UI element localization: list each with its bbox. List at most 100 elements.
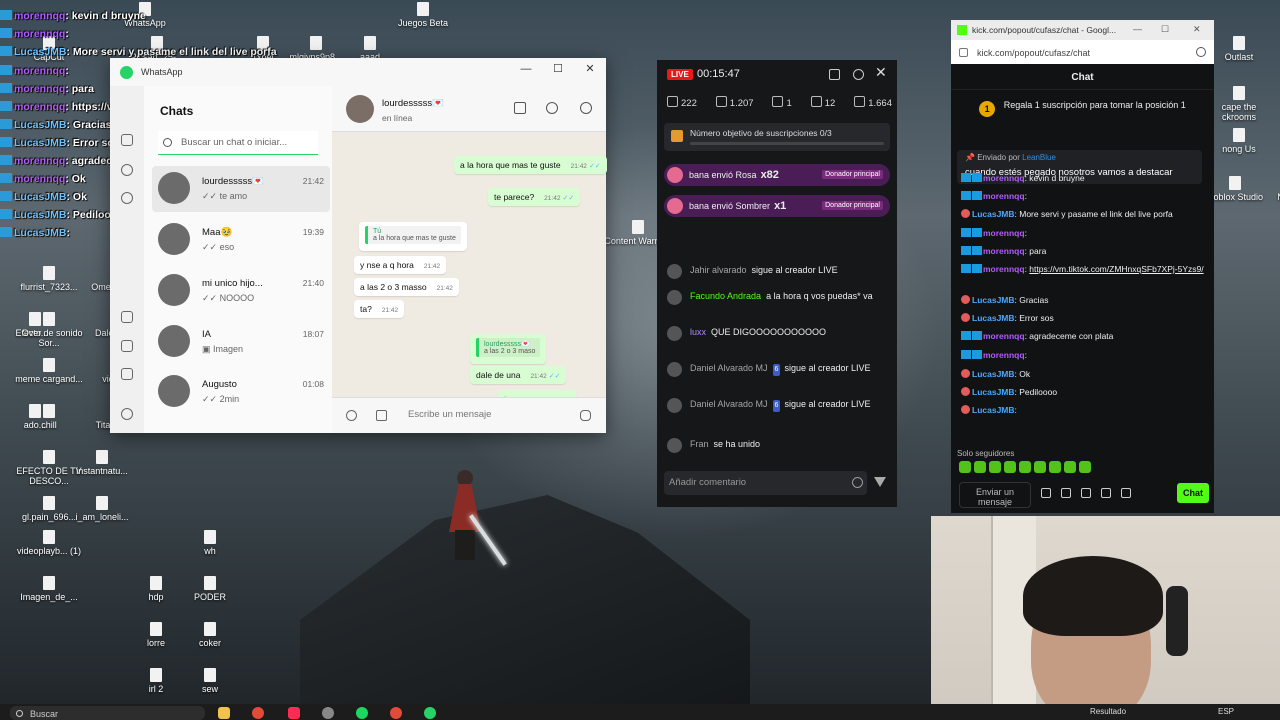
chat-line[interactable]: LucasJMB: (961, 405, 1206, 416)
desktop-icon[interactable]: ado... (0, 404, 70, 430)
mod-icon[interactable] (1041, 488, 1051, 498)
message-bubble[interactable]: Tú a la hora que mas te guste (359, 222, 467, 251)
chat-list-item[interactable]: mi unico hijo... ✓✓ NOOOO 21:40 (152, 268, 330, 314)
whatsapp-window[interactable]: WhatsApp — ☐ ✕ Chats Buscar un chat o in… (110, 58, 607, 433)
gift-notice[interactable]: bana envió Sombrer x1 Donador principal (664, 195, 890, 217)
chat-username[interactable]: LucasJMB (972, 405, 1015, 415)
message-bubble[interactable]: dale de una 21:42 ✓✓ (470, 366, 567, 384)
message-bubble[interactable]: ta? 21:42 (354, 300, 405, 318)
desktop-icon[interactable]: meme cargand... (14, 358, 84, 384)
message-bubble[interactable]: lourdesssss💌 a las 2 o 3 maso (470, 334, 547, 364)
status-icon[interactable] (121, 192, 133, 204)
desktop-icon[interactable]: sew (175, 668, 245, 694)
desktop-icon[interactable]: i_am_loneli... (67, 496, 137, 522)
desktop-icon[interactable]: Imagen_de_... (14, 576, 84, 602)
video-call-icon[interactable] (514, 102, 526, 114)
emoji-icon[interactable] (1061, 488, 1071, 498)
maximize-icon[interactable]: ☐ (1161, 24, 1169, 35)
chat-username[interactable]: Jahir alvarado (690, 265, 747, 275)
chrome-icon[interactable] (390, 707, 402, 719)
chat-list-item[interactable]: Maa🥹 ✓✓ eso 19:39 (152, 217, 330, 263)
live-chat-message[interactable]: Facundo Andrada a la hora q vos puedas* v… (667, 290, 887, 305)
app-icon[interactable] (288, 707, 300, 719)
emoji-icon[interactable] (852, 477, 863, 488)
chat-line[interactable]: morennqq: kevin d bruyne (961, 173, 1206, 184)
obs-icon[interactable] (322, 707, 334, 719)
chat-line[interactable]: morennqq: (961, 350, 1206, 361)
zoom-icon[interactable] (1196, 47, 1206, 57)
chat-list-item[interactable]: lourdesssss💌 ✓✓ te amo 21:42 (152, 166, 330, 212)
chat-username[interactable]: Daniel Alvarado MJ (690, 363, 768, 373)
chat-list-item[interactable]: IA ▣ Imagen 18:07 (152, 319, 330, 365)
emote-bar[interactable] (959, 461, 1091, 473)
chat-username[interactable]: LucasJMB (972, 209, 1015, 219)
desktop-icon[interactable]: videoplayb... (1) (14, 530, 84, 556)
calls-icon[interactable] (121, 164, 133, 176)
archive-icon[interactable] (121, 311, 133, 323)
chat-username[interactable]: morennqq (983, 331, 1025, 341)
emoji-icon[interactable] (346, 410, 357, 421)
send-chat-button[interactable]: Chat (1177, 483, 1209, 503)
desktop-icon[interactable]: PODER (175, 576, 245, 602)
chat-username[interactable]: morennqq (983, 228, 1025, 238)
desktop-icon[interactable]: wh (175, 530, 245, 556)
chat-search-input[interactable]: Buscar un chat o iniciar... (158, 131, 318, 155)
chat-line[interactable]: morennqq: https://vm.tiktok.com/ZMHnxqSF… (961, 264, 1206, 275)
desktop-icon[interactable]: flurrist_7323... (14, 266, 84, 292)
desktop-icon[interactable]: coker (175, 622, 245, 648)
message-composer[interactable]: Escribe un mensaje (332, 397, 606, 433)
microphone-icon[interactable] (580, 410, 591, 421)
chat-line[interactable]: LucasJMB: Pediloooo (961, 387, 1206, 398)
settings-icon[interactable] (121, 408, 133, 420)
gift-notice[interactable]: bana envió Rosa x82 Donador principal (664, 164, 890, 186)
desktop-icon[interactable]: kic (1258, 128, 1280, 154)
language-indicator[interactable]: ESP (1218, 707, 1234, 716)
chat-toolbar[interactable] (1041, 488, 1131, 498)
gear-icon[interactable] (1121, 488, 1131, 498)
media-icon[interactable] (121, 368, 133, 380)
lock-icon[interactable] (829, 69, 840, 80)
taskbar-search[interactable]: Buscar (10, 706, 205, 720)
voice-call-icon[interactable] (546, 102, 558, 114)
chat-line[interactable]: morennqq: agradeceme con plata (961, 331, 1206, 342)
chat-link[interactable]: https://vm.tiktok.com/ZMHnxqSFb7XPj-5Yzs… (1029, 264, 1203, 274)
message-bubble[interactable]: te parece? 21:42 ✓✓ (488, 188, 581, 206)
attach-icon[interactable] (376, 410, 387, 421)
message-placeholder[interactable]: Escribe un mensaje (408, 409, 491, 420)
desktop-icon[interactable]: ima (1258, 36, 1280, 62)
users-icon[interactable] (1081, 488, 1091, 498)
chat-username[interactable]: Daniel Alvarado MJ (690, 399, 768, 409)
comment-input[interactable]: Añadir comentario (664, 471, 867, 495)
chat-line[interactable]: LucasJMB: Error sos (961, 313, 1206, 324)
desktop-icon[interactable]: cape the ckrooms (1204, 86, 1274, 122)
chat-username[interactable]: morennqq (983, 173, 1025, 183)
site-info-icon[interactable] (959, 48, 968, 57)
chat-username[interactable]: morennqq (983, 350, 1025, 360)
live-chat-message[interactable]: Daniel Alvarado MJ 6 sigue al creador LIVE (667, 362, 887, 377)
filter-icon[interactable] (874, 477, 886, 487)
conversation-header[interactable]: lourdesssss💌 en línea (332, 86, 606, 132)
chat-username[interactable]: Fran (690, 439, 709, 449)
message-bubble[interactable]: y nse a q hora 21:42 (354, 256, 447, 274)
chat-username[interactable]: LucasJMB (972, 313, 1015, 323)
live-chat-message[interactable]: luxx QUE DIGOOOOOOOOOOO (667, 326, 887, 341)
gear-icon[interactable] (853, 69, 864, 80)
maximize-icon[interactable]: ☐ (542, 58, 574, 80)
chat-username[interactable]: LucasJMB (972, 369, 1015, 379)
file-explorer-icon[interactable] (218, 707, 230, 719)
desktop-icon[interactable]: Nu carp (1258, 176, 1280, 202)
chat-line[interactable]: LucasJMB: Ok (961, 369, 1206, 380)
gift-rank-banner[interactable]: 1 Regala 1 suscripción para tomar la pos… (951, 100, 1214, 120)
store-icon[interactable] (1101, 488, 1111, 498)
search-icon[interactable] (580, 102, 592, 114)
spotify-icon[interactable] (356, 707, 368, 719)
close-icon[interactable]: ✕ (1193, 24, 1201, 35)
chat-username[interactable]: morennqq (983, 264, 1025, 274)
live-chat-message[interactable]: Daniel Alvarado MJ 6 sigue al creador LIVE (667, 398, 887, 413)
chat-line[interactable]: LucasJMB: More servi y pasame el link de… (961, 209, 1206, 220)
live-chat-message[interactable]: Fran se ha unido (667, 438, 887, 453)
desktop-icon[interactable]: Over... (0, 312, 70, 338)
chat-username[interactable]: morennqq (983, 191, 1025, 201)
chat-line[interactable]: morennqq: (961, 191, 1206, 202)
minimize-icon[interactable]: — (510, 58, 542, 80)
